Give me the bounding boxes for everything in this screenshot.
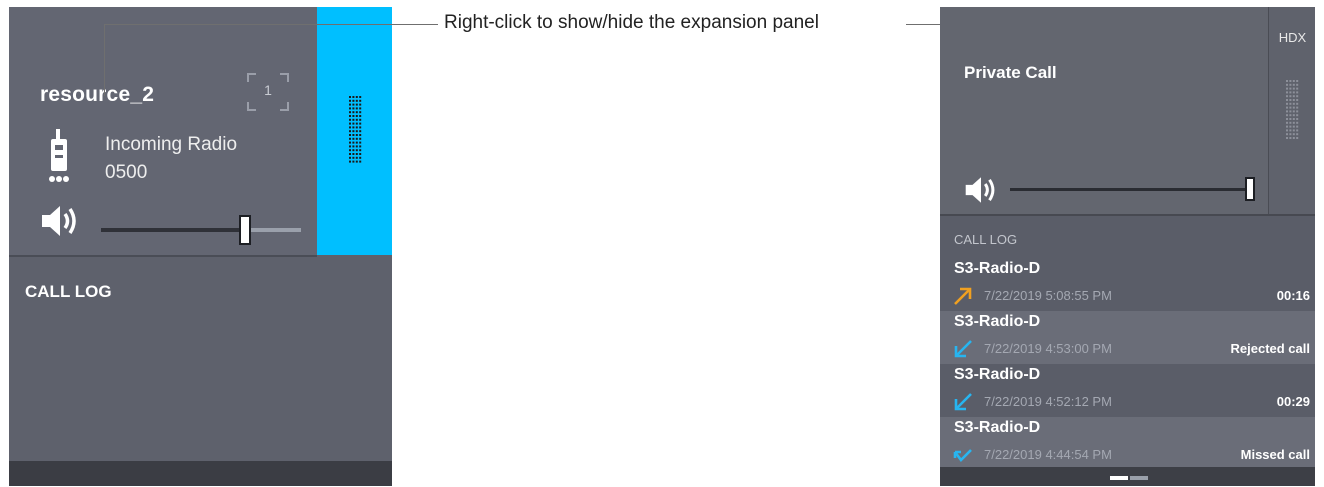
call-log-row[interactable]: S3-Radio-D 7/22/2019 4:52:12 PM 00:29 bbox=[940, 364, 1315, 417]
call-log-name: S3-Radio-D bbox=[954, 313, 1041, 330]
volume-slider[interactable] bbox=[101, 215, 301, 245]
call-log-date: 7/22/2019 4:53:00 PM bbox=[984, 341, 1112, 356]
call-log-status: 00:16 bbox=[1276, 288, 1310, 303]
slot-indicator: 1 bbox=[247, 73, 289, 111]
call-log-row[interactable]: S3-Radio-D 7/22/2019 4:53:00 PM Rejected c… bbox=[940, 311, 1315, 364]
incoming-label: Incoming Radio bbox=[105, 134, 238, 155]
outgoing-arrow-icon bbox=[952, 285, 974, 307]
call-log-name: S3-Radio-D bbox=[954, 366, 1041, 383]
callout-leader-left-v bbox=[104, 24, 105, 96]
call-log-status: Rejected call bbox=[1230, 341, 1311, 356]
grip-dots-icon bbox=[1286, 80, 1299, 139]
divider bbox=[9, 255, 317, 257]
volume-fill bbox=[101, 228, 245, 232]
right-panel: Private Call HDX CALL LOG S3-Radio-D 7/22… bbox=[940, 7, 1315, 486]
call-log-row[interactable]: S3-Radio-D 7/22/2019 4:44:54 PM Missed cal… bbox=[940, 417, 1315, 470]
left-footer-bar bbox=[9, 461, 392, 486]
speaker-icon[interactable] bbox=[40, 204, 80, 238]
grip-dots-icon bbox=[349, 96, 362, 163]
volume-thumb[interactable] bbox=[239, 215, 251, 245]
missed-arrow-icon bbox=[952, 444, 974, 466]
call-log-status: 00:29 bbox=[1276, 394, 1310, 409]
call-log-row[interactable]: S3-Radio-D 7/22/2019 5:08:55 PM 00:16 bbox=[940, 258, 1315, 311]
page-indicator-dot[interactable] bbox=[1110, 476, 1128, 480]
callout-leader-left-h bbox=[104, 24, 438, 25]
resource-name: resource_2 bbox=[40, 83, 155, 106]
incoming-number: 0500 bbox=[105, 162, 148, 183]
expansion-toggle-strip[interactable] bbox=[317, 7, 392, 255]
divider bbox=[940, 214, 1315, 216]
incoming-info: Incoming Radio 0500 bbox=[105, 131, 237, 187]
page-indicator-dot[interactable] bbox=[1130, 476, 1148, 480]
private-call-title: Private Call bbox=[964, 63, 1057, 82]
resource-tile[interactable]: resource_2 1 Incoming Radio 0500 bbox=[9, 7, 317, 255]
speaker-icon[interactable] bbox=[964, 175, 998, 205]
expansion-side-bar[interactable]: HDX bbox=[1268, 7, 1315, 214]
call-log-title: CALL LOG bbox=[25, 282, 112, 301]
private-call-tile[interactable]: Private Call bbox=[940, 7, 1268, 214]
hdx-label: HDX bbox=[1278, 30, 1307, 45]
call-log-date: 7/22/2019 4:44:54 PM bbox=[984, 447, 1112, 462]
incoming-arrow-icon bbox=[952, 338, 974, 360]
radio-icon bbox=[49, 129, 69, 182]
call-log-date: 7/22/2019 5:08:55 PM bbox=[984, 288, 1112, 303]
call-log-name: S3-Radio-D bbox=[954, 419, 1041, 436]
pager-bar bbox=[940, 467, 1315, 486]
slot-number: 1 bbox=[264, 82, 272, 98]
volume-slider[interactable] bbox=[1010, 177, 1255, 201]
call-log-status: Missed call bbox=[1240, 447, 1310, 462]
incoming-arrow-icon bbox=[952, 391, 974, 413]
volume-thumb[interactable] bbox=[1245, 177, 1255, 201]
call-log-title: CALL LOG bbox=[954, 232, 1018, 247]
call-log-date: 7/22/2019 4:52:12 PM bbox=[984, 394, 1112, 409]
callout-text: Right-click to show/hide the expansion p… bbox=[444, 12, 819, 33]
left-panel: resource_2 1 Incoming Radio 0500 CALL LO… bbox=[9, 7, 392, 486]
call-log-name: S3-Radio-D bbox=[954, 260, 1041, 277]
